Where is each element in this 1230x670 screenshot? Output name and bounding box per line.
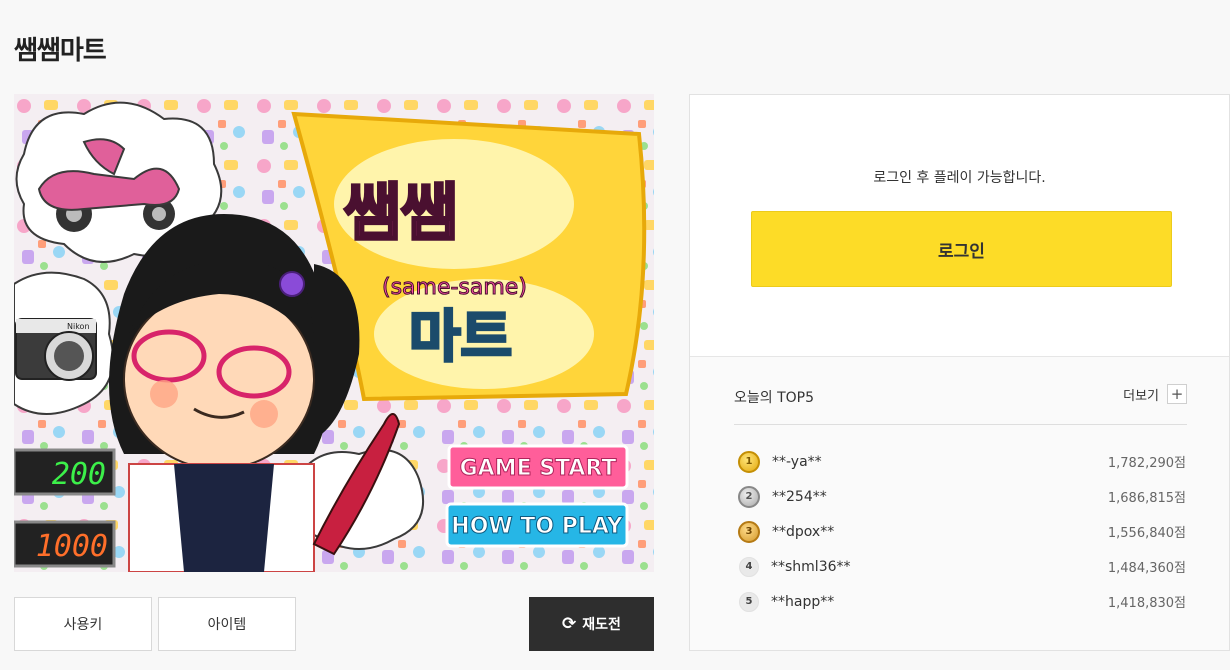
items-button[interactable]: 아이템: [158, 597, 296, 651]
svg-text:200: 200: [52, 457, 106, 492]
side-panel: 로그인 후 플레이 가능합니다. 로그인 오늘의 TOP5 더보기 + 1 **…: [689, 94, 1230, 651]
page-title: 쌤쌤마트: [14, 36, 107, 66]
game-controls: 사용키 아이템 ⟳ 재도전: [14, 597, 654, 651]
ranking-row: 5 **happ** 1,418,830점: [738, 584, 1186, 619]
retry-button[interactable]: ⟳ 재도전: [529, 597, 654, 651]
bronze-medal-icon: 3: [738, 520, 760, 543]
player-name: **-ya**: [772, 453, 822, 470]
plus-icon: +: [1167, 384, 1187, 404]
camera-image: Nikon: [15, 318, 97, 381]
ranking-header: 오늘의 TOP5 더보기 +: [734, 384, 1187, 425]
logo-main: 쌤쌤: [344, 176, 458, 249]
login-button[interactable]: 로그인: [751, 211, 1172, 287]
counter-display-bottom: 1000: [14, 520, 116, 568]
game-canvas[interactable]: Nikon 쌤쌤 (same-same) 마트 200 1000 GAME ST…: [14, 94, 654, 572]
how-to-play-button[interactable]: HOW TO PLAY: [445, 502, 629, 548]
refresh-icon: ⟳: [562, 613, 577, 634]
player-score: 1,686,815점: [1107, 491, 1186, 506]
ranking-title: 오늘의 TOP5: [734, 390, 815, 406]
svg-text:GAME START: GAME START: [460, 456, 617, 481]
rank-number-badge: 4: [739, 556, 759, 577]
silver-medal-icon: 2: [738, 485, 760, 508]
camera-brand: Nikon: [67, 322, 90, 331]
player-score: 1,418,830점: [1107, 596, 1186, 611]
more-button[interactable]: 더보기 +: [1123, 384, 1187, 404]
logo-bottom: 마트: [409, 305, 512, 370]
player-name: **254**: [772, 488, 827, 505]
logo-sub: (same-same): [382, 275, 527, 300]
rank-number-badge: 5: [739, 591, 759, 612]
counter-display-top: 200: [14, 448, 116, 496]
svg-text:1000: 1000: [36, 529, 108, 564]
ranking-row: 3 **dpox** 1,556,840점: [738, 514, 1186, 549]
keys-button[interactable]: 사용키: [14, 597, 152, 651]
login-message: 로그인 후 플레이 가능합니다.: [873, 170, 1046, 186]
retry-label: 재도전: [582, 617, 621, 633]
player-name: **happ**: [771, 593, 835, 610]
svg-text:HOW TO PLAY: HOW TO PLAY: [451, 514, 623, 539]
more-label: 더보기: [1123, 388, 1159, 404]
ranking-row: 2 **254** 1,686,815점: [738, 479, 1186, 514]
player-score: 1,782,290점: [1107, 456, 1186, 471]
ranking-section: 오늘의 TOP5 더보기 + 1 **-ya** 1,782,290점 2 **…: [690, 357, 1229, 650]
game-start-button[interactable]: GAME START: [447, 444, 629, 490]
ranking-row: 4 **shml36** 1,484,360점: [738, 549, 1186, 584]
player-name: **dpox**: [772, 523, 835, 540]
ranking-row: 1 **-ya** 1,782,290점: [738, 444, 1186, 479]
player-score: 1,556,840점: [1107, 526, 1186, 541]
ranking-list: 1 **-ya** 1,782,290점 2 **254** 1,686,815…: [738, 444, 1186, 619]
player-name: **shml36**: [771, 558, 851, 575]
login-section: 로그인 후 플레이 가능합니다. 로그인: [690, 95, 1229, 357]
player-score: 1,484,360점: [1107, 561, 1186, 576]
gold-medal-icon: 1: [738, 450, 760, 473]
